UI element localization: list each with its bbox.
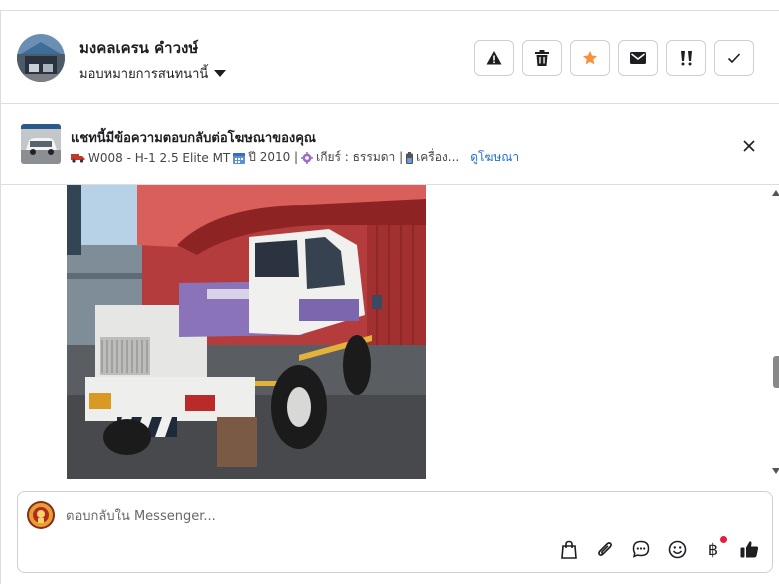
scroll-down-arrow[interactable] (772, 468, 779, 474)
ad-year: ปี 2010 | (248, 150, 299, 164)
assign-label: มอบหมายการสนทนานี้ (79, 67, 209, 82)
ad-gear: เกียร์ : ธรรมดา | (316, 150, 404, 164)
ad-engine: เครื่อง... (416, 150, 460, 164)
scroll-up-arrow[interactable] (772, 190, 779, 196)
ad-thumbnail[interactable] (21, 124, 61, 164)
assign-conversation-dropdown[interactable]: มอบหมายการสนทนานี้ (79, 63, 227, 84)
caret-down-icon (214, 70, 227, 77)
thumbs-up-icon (740, 541, 758, 558)
check-icon (727, 53, 741, 64)
follow-up-button[interactable] (666, 40, 706, 76)
envelope-icon (630, 52, 646, 64)
shop-button[interactable] (558, 538, 580, 560)
warning-icon (486, 51, 502, 65)
like-button[interactable] (738, 538, 760, 560)
message-photo[interactable] (67, 185, 426, 479)
mark-unread-button[interactable] (618, 40, 658, 76)
ad-reply-banner: แชทนี้มีข้อความตอบกลับต่อโฆษณาของคุณ W00… (0, 105, 779, 185)
emoji-button[interactable] (666, 538, 688, 560)
gear-icon (301, 151, 314, 164)
mark-done-button[interactable] (714, 40, 754, 76)
view-ad-link[interactable]: ดูโฆษณา (470, 148, 519, 167)
scrollbar-thumb[interactable] (773, 356, 779, 388)
close-icon (743, 140, 755, 152)
notification-dot (720, 536, 727, 543)
follow-up-icon (681, 51, 692, 66)
reply-input[interactable] (66, 505, 666, 527)
page-avatar (27, 501, 55, 529)
star-button[interactable] (570, 40, 610, 76)
header-actions (474, 40, 754, 76)
quick-reply-icon (632, 540, 650, 558)
conversation-header: มงคลเครน คำวงษ์ มอบหมายการสนทนานี้ (0, 11, 779, 104)
contact-avatar[interactable] (17, 34, 65, 82)
close-banner-button[interactable] (738, 135, 760, 157)
saved-replies-button[interactable] (630, 538, 652, 560)
ad-model: W008 - H-1 2.5 Elite MT (88, 150, 231, 165)
reply-composer: ฿ (17, 491, 773, 573)
paperclip-icon (598, 542, 612, 556)
composer-tools: ฿ (558, 536, 760, 560)
delete-button[interactable] (522, 40, 562, 76)
payment-button[interactable]: ฿ (702, 536, 727, 560)
truck-icon (71, 154, 85, 163)
ad-details: W008 - H-1 2.5 Elite MT ปี 2010 | เกียร์… (71, 148, 519, 167)
report-button[interactable] (474, 40, 514, 76)
ad-banner-title: แชทนี้มีข้อความตอบกลับต่อโฆษณาของคุณ (71, 131, 316, 146)
contact-name[interactable]: มงคลเครน คำวงษ์ (79, 36, 198, 60)
emoji-icon (668, 540, 686, 558)
baht-icon: ฿ (707, 539, 719, 559)
trash-icon (535, 50, 549, 66)
star-icon (583, 51, 597, 65)
calendar-icon (233, 152, 246, 164)
bag-icon (561, 540, 577, 559)
battery-icon (406, 151, 414, 164)
attach-button[interactable] (594, 538, 616, 560)
